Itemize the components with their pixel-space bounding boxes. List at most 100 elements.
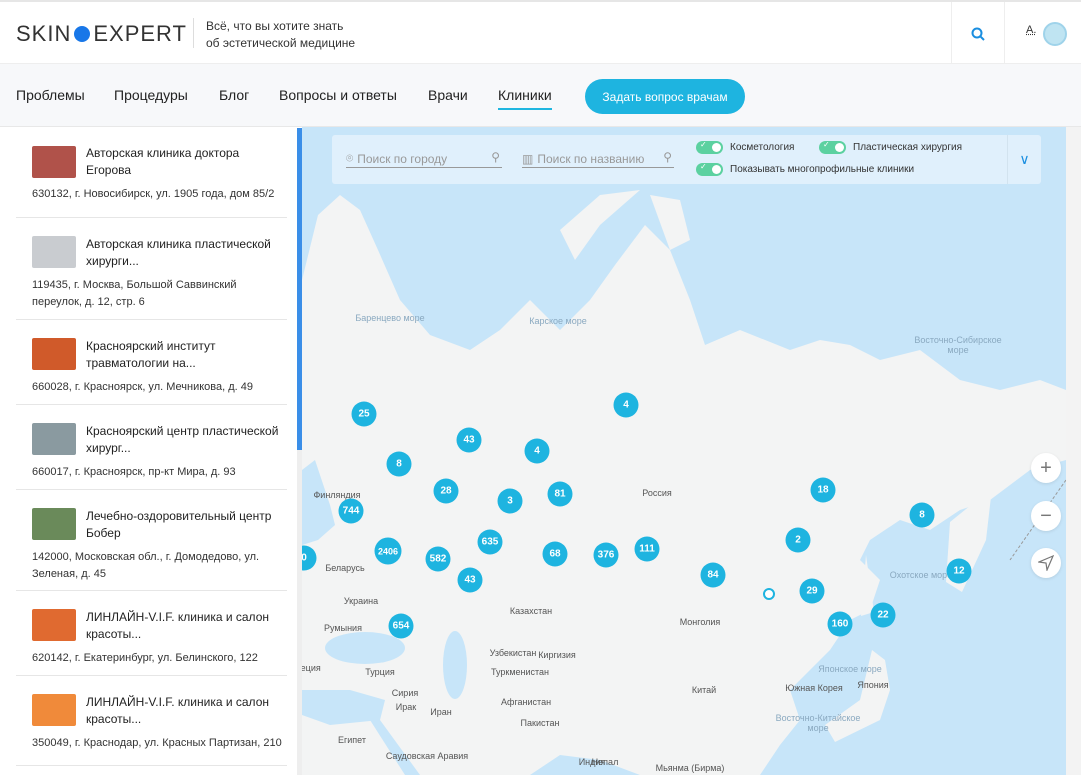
map-cluster-marker[interactable]: 4 xyxy=(524,438,550,464)
map[interactable]: ⌾Поиск по городу ⚲ ▥Поиск по названию ⚲ Ко… xyxy=(302,127,1066,775)
clinic-name[interactable]: Красноярский институт травматологии на..… xyxy=(86,338,287,372)
clinic-list: Авторская клиника доктора Егорова 630132… xyxy=(16,128,297,775)
divider xyxy=(193,18,194,48)
clinic-name[interactable]: Авторская клиника доктора Егорова xyxy=(86,145,287,179)
map-cluster-marker[interactable]: 12 xyxy=(946,558,972,584)
toggle-switch[interactable] xyxy=(696,162,723,176)
name-search-placeholder: Поиск по названию xyxy=(537,151,645,166)
nav-qa[interactable]: Вопросы и ответы xyxy=(279,87,397,103)
map-label: Восточно-Китайское море xyxy=(775,713,861,733)
map-cluster-marker[interactable]: 43 xyxy=(457,567,483,593)
map-label: Россия xyxy=(642,488,672,498)
logo-dot xyxy=(74,26,91,42)
map-cluster-marker[interactable]: 8 xyxy=(386,451,412,477)
toggle-plastic-surgery[interactable]: Пластическая хирургия xyxy=(819,140,963,154)
geolocate-button[interactable] xyxy=(1031,548,1061,578)
zoom-in-button[interactable]: + xyxy=(1031,453,1061,483)
search-button[interactable] xyxy=(951,2,1005,66)
map-cluster-marker[interactable]: 8 xyxy=(909,502,935,528)
map-label: Иран xyxy=(430,707,452,717)
map-label: Пакистан xyxy=(520,718,560,728)
black-sea xyxy=(325,632,405,664)
clinic-list-item[interactable]: ЛИНЛАЙН-V.I.F. клиника и салон красоты..… xyxy=(16,591,287,676)
name-search-input[interactable]: ▥ Поиск по названию ⚲ xyxy=(522,150,674,168)
ask-doctors-button[interactable]: Задать вопрос врачам xyxy=(585,79,745,114)
map-label: Киргизия xyxy=(538,650,576,660)
map-cluster-marker[interactable]: 81 xyxy=(547,481,573,507)
search-icon[interactable]: ⚲ xyxy=(491,150,500,164)
city-search-input[interactable]: ⌾ Поиск по городу ⚲ xyxy=(346,150,502,168)
city-search-placeholder: Поиск по городу xyxy=(357,151,448,166)
clinic-name[interactable]: ЛИНЛАЙН-V.I.F. клиника и салон красоты..… xyxy=(86,694,287,728)
clinic-name[interactable]: Лечебно-оздоровительный центр Бобер xyxy=(86,508,287,542)
clinic-thumbnail[interactable] xyxy=(32,236,76,268)
map-label: Восточно-Сибирское море xyxy=(914,335,1002,355)
clinic-list-item[interactable]: Красноярский центр пластической хирург..… xyxy=(16,405,287,490)
clinic-name[interactable]: Авторская клиника пластической хирурги..… xyxy=(86,236,287,270)
clinic-thumbnail[interactable] xyxy=(32,338,76,370)
clinic-name[interactable]: Красноярский центр пластической хирург..… xyxy=(86,423,287,457)
map-cluster-marker[interactable]: 2406 xyxy=(374,537,402,565)
nav-doctors[interactable]: Врачи xyxy=(428,87,468,103)
map-label: Карское море xyxy=(529,316,587,326)
map-cluster-marker[interactable]: 744 xyxy=(338,498,364,524)
clinic-list-item[interactable]: Авторская клиника доктора Егорова 630132… xyxy=(16,128,287,218)
clinic-thumbnail[interactable] xyxy=(32,423,76,455)
map-cluster-marker[interactable]: 25 xyxy=(351,401,377,427)
current-location-marker xyxy=(763,588,775,600)
map-cluster-marker[interactable]: 2 xyxy=(785,527,811,553)
map-cluster-marker[interactable]: 18 xyxy=(810,477,836,503)
toggle-label: Пластическая хирургия xyxy=(853,142,963,153)
main-nav: Проблемы Процедуры Блог Вопросы и ответы… xyxy=(0,64,1081,127)
nav-clinics[interactable]: Клиники xyxy=(498,87,552,110)
map-cluster-marker[interactable]: 582 xyxy=(425,546,451,572)
user-name[interactable]: А. xyxy=(1026,24,1036,36)
zoom-out-button[interactable]: − xyxy=(1031,501,1061,531)
clinic-list-item[interactable]: ЛИНЛАЙН-V.I.F. клиника и салон красоты..… xyxy=(16,676,287,766)
map-label: Япония xyxy=(857,680,889,690)
toggle-switch[interactable] xyxy=(819,140,846,154)
toggle-cosmetology[interactable]: Косметология xyxy=(696,140,794,154)
search-icon[interactable]: ⚲ xyxy=(663,150,672,164)
clinic-list-item[interactable]: Красноярский институт травматологии на..… xyxy=(16,320,287,405)
nav-problems[interactable]: Проблемы xyxy=(16,87,85,103)
header: SKIN EXPERT Всё, что вы хотите знать об эс… xyxy=(0,0,1081,66)
clinic-name[interactable]: ЛИНЛАЙН-V.I.F. клиника и салон красоты..… xyxy=(86,609,287,643)
nav-procedures[interactable]: Процедуры xyxy=(114,87,188,103)
clinic-list-item[interactable]: Авторская клиника пластической хирурги..… xyxy=(16,218,287,320)
clinic-thumbnail[interactable] xyxy=(32,694,76,726)
clinic-address: 630132, г. Новосибирск, ул. 1905 года, д… xyxy=(32,188,275,200)
map-label: Румыния xyxy=(324,623,362,633)
map-label: Сирия xyxy=(391,688,419,698)
map-cluster-marker[interactable]: 635 xyxy=(477,529,503,555)
map-cluster-marker[interactable]: 3 xyxy=(497,488,523,514)
map-cluster-marker[interactable]: 29 xyxy=(799,578,825,604)
map-cluster-marker[interactable]: 654 xyxy=(388,613,414,639)
map-cluster-marker[interactable]: 111 xyxy=(634,536,660,562)
logo[interactable]: SKIN EXPERT xyxy=(16,21,187,47)
toggle-multiprofile[interactable]: Показывать многопрофильные клиники xyxy=(696,162,915,176)
map-label: Узбекистан xyxy=(489,648,537,658)
map-cluster-marker[interactable]: 84 xyxy=(700,562,726,588)
avatar[interactable] xyxy=(1043,22,1067,46)
nav-blog[interactable]: Блог xyxy=(219,87,249,103)
map-cluster-marker[interactable]: 43 xyxy=(456,427,482,453)
map-label: Египет xyxy=(337,735,367,745)
clinic-thumbnail[interactable] xyxy=(32,146,76,178)
map-cluster-marker[interactable]: 160 xyxy=(827,611,853,637)
map-cluster-marker[interactable]: 68 xyxy=(542,541,568,567)
clinic-thumbnail[interactable] xyxy=(32,609,76,641)
clinic-list-item[interactable]: Лечебно-оздоровительный центр Бобер 1420… xyxy=(16,490,287,591)
map-cluster-marker[interactable]: 22 xyxy=(870,602,896,628)
map-label: Ирак xyxy=(395,702,417,712)
expand-filters-button[interactable]: ∨ xyxy=(1007,135,1041,184)
map-cluster-marker[interactable]: 28 xyxy=(433,478,459,504)
plus-icon: + xyxy=(1040,456,1052,479)
tagline-line-2: об эстетической медицине xyxy=(206,36,356,50)
tagline: Всё, что вы хотите знать об эстетической … xyxy=(206,18,355,52)
map-cluster-marker[interactable]: 376 xyxy=(593,542,619,568)
clinic-thumbnail[interactable] xyxy=(32,508,76,540)
toggle-switch[interactable] xyxy=(696,140,723,154)
toggle-label: Показывать многопрофильные клиники xyxy=(730,164,915,175)
map-cluster-marker[interactable]: 4 xyxy=(613,392,639,418)
